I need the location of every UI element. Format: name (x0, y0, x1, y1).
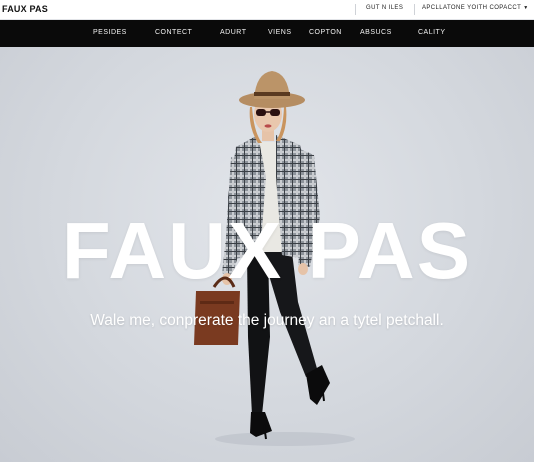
nav-item-adurt[interactable]: ADURT (220, 29, 246, 36)
divider (355, 4, 356, 15)
nav-item-contect[interactable]: CONTECT (155, 29, 192, 36)
top-link-contact-dropdown[interactable]: APCLLATONE YOITH COPACCT ▼ (422, 5, 529, 11)
brand-logo[interactable]: FAUX PAS (2, 4, 48, 14)
top-utility-bar: FAUX PAS GUT N ILES APCLLATONE YOITH COP… (0, 0, 534, 20)
hero-title: FAUX PAS (61, 206, 473, 295)
nav-item-pesides[interactable]: PESIDES (93, 29, 127, 36)
top-link-contact-label: APCLLATONE YOITH COPACCT (422, 5, 522, 11)
chevron-down-icon: ▼ (523, 5, 529, 11)
nav-item-viens[interactable]: VIENS (268, 29, 292, 36)
divider (414, 4, 415, 15)
main-navigation: PESIDES CONTECT ADURT VIENS COPTON ABSUC… (0, 20, 534, 47)
top-link-account[interactable]: GUT N ILES (366, 5, 403, 11)
nav-item-absucs[interactable]: ABSUCS (360, 29, 392, 36)
hero-banner: FAUX PAS Wale me, conprerate the journey… (0, 47, 534, 462)
nav-item-cality[interactable]: CALITY (418, 29, 446, 36)
hero-subtitle: Wale me, conprerate the journey an a tyt… (90, 312, 444, 329)
nav-item-copton[interactable]: COPTON (309, 29, 342, 36)
